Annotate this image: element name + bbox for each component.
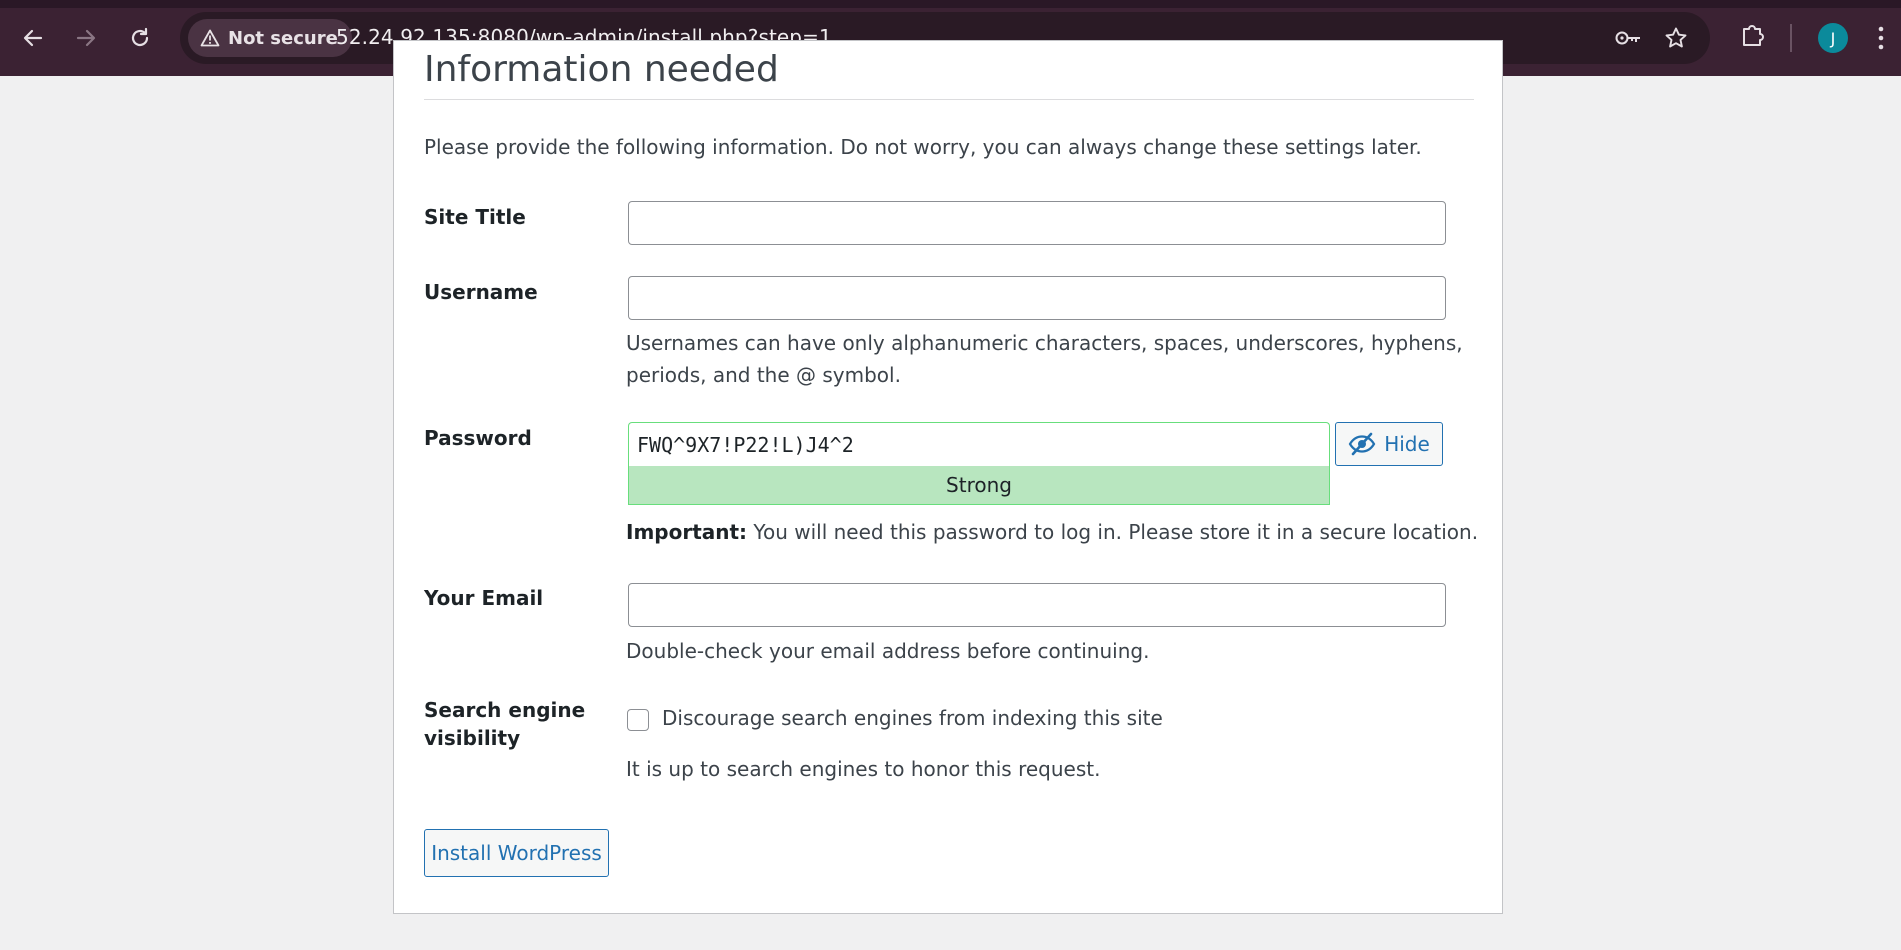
- discourage-search-label[interactable]: Discourage search engines from indexing …: [662, 706, 1163, 730]
- username-hint-line-2: periods, and the @ symbol.: [626, 363, 901, 387]
- password-label: Password: [424, 426, 532, 450]
- install-wordpress-button[interactable]: Install WordPress: [424, 829, 609, 877]
- intro-text: Please provide the following information…: [424, 135, 1422, 159]
- bookmark-star-icon[interactable]: [1664, 26, 1688, 54]
- username-hint: Usernames can have only alphanumeric cha…: [626, 327, 1463, 391]
- email-hint: Double-check your email address before c…: [626, 639, 1150, 663]
- search-visibility-label-line-2: visibility: [424, 726, 521, 750]
- forward-button[interactable]: [68, 20, 104, 56]
- username-label: Username: [424, 280, 538, 304]
- important-text: You will need this password to log in. P…: [747, 520, 1479, 544]
- discourage-search-checkbox[interactable]: [627, 709, 649, 731]
- toolbar-divider: [1790, 24, 1792, 52]
- site-title-label: Site Title: [424, 205, 526, 229]
- search-visibility-label-line-1: Search engine: [424, 698, 586, 722]
- install-form-card: Information needed Please provide the fo…: [393, 40, 1503, 914]
- page-heading: Information needed: [424, 49, 779, 90]
- password-strength-meter: Strong: [628, 466, 1330, 505]
- extensions-puzzle-icon[interactable]: [1740, 22, 1766, 52]
- tab-strip-edge: [0, 0, 1901, 8]
- reload-button[interactable]: [122, 20, 158, 56]
- username-hint-line-1: Usernames can have only alphanumeric cha…: [626, 331, 1463, 355]
- important-label: Important:: [626, 520, 748, 544]
- back-button[interactable]: [15, 20, 51, 56]
- back-arrow-icon: [23, 29, 43, 47]
- hide-button-label: Hide: [1384, 432, 1430, 456]
- hide-password-button[interactable]: Hide: [1335, 422, 1443, 466]
- heading-divider: [424, 99, 1474, 100]
- security-label: Not secure: [228, 27, 338, 49]
- password-input[interactable]: [628, 422, 1330, 466]
- warning-icon: [200, 29, 220, 47]
- search-visibility-label: Search engine visibility: [424, 696, 585, 752]
- kebab-menu-icon[interactable]: [1876, 24, 1886, 56]
- search-visibility-note: It is up to search engines to honor this…: [626, 757, 1101, 781]
- reload-icon: [131, 27, 149, 47]
- security-indicator[interactable]: Not secure: [188, 19, 352, 57]
- password-important-note: Important: You will need this password t…: [626, 520, 1478, 544]
- email-input[interactable]: [628, 583, 1446, 627]
- username-input[interactable]: [628, 276, 1446, 320]
- eye-slash-icon: [1348, 432, 1376, 456]
- email-label: Your Email: [424, 586, 544, 610]
- password-key-icon[interactable]: [1614, 26, 1642, 54]
- site-title-input[interactable]: [628, 201, 1446, 245]
- profile-avatar[interactable]: J: [1818, 23, 1848, 53]
- forward-arrow-icon: [76, 29, 96, 47]
